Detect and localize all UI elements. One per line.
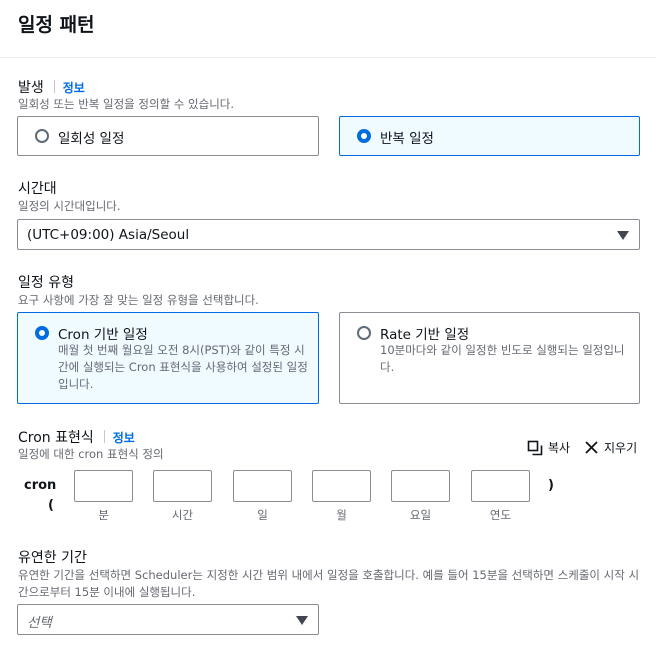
occurrence-description: 일회성 또는 반복 일정을 정의할 수 있습니다.	[18, 97, 235, 111]
page-title: 일정 패턴	[18, 14, 95, 36]
cron-year-caption: 연도	[489, 508, 512, 522]
cron-prefix: cron	[24, 478, 57, 493]
caret-down-icon	[617, 231, 629, 240]
clear-button[interactable]: 지우기	[584, 439, 637, 456]
cron-day-of-month-caption: 일	[257, 508, 268, 522]
page-header: 일정 패턴	[0, 0, 656, 58]
cron-minutes-input[interactable]	[74, 470, 133, 502]
flexible-window-placeholder: 선택	[27, 615, 52, 631]
one-time-label: 일회성 일정	[58, 131, 125, 147]
recurring-radio[interactable]	[357, 129, 371, 143]
cron-close-paren: )	[548, 478, 554, 493]
rate-based-radio[interactable]	[357, 326, 371, 340]
rate-based-description: 10분마다와 같이 일정한 빈도로 실행되는 일정입니다.	[380, 343, 625, 374]
copy-button[interactable]: 복사	[527, 439, 570, 456]
one-time-radio[interactable]	[35, 129, 49, 143]
one-time-schedule-option[interactable]: 일회성 일정	[17, 116, 319, 156]
flexible-window-label: 유연한 기간	[18, 550, 87, 566]
cron-based-label: Cron 기반 일정	[58, 327, 148, 343]
timezone-description: 일정의 시간대입니다.	[18, 199, 121, 213]
cron-minutes-caption: 분	[98, 508, 109, 522]
cron-month-input[interactable]	[312, 470, 371, 502]
schedule-type-description: 요구 사항에 가장 잘 맞는 일정 유형을 선택합니다.	[18, 293, 259, 307]
cron-hours-caption: 시간	[171, 508, 194, 522]
close-icon	[585, 441, 598, 454]
cron-day-of-week-input[interactable]	[391, 470, 450, 502]
cron-expression-description: 일정에 대한 cron 표현식 정의	[18, 447, 164, 461]
timezone-select[interactable]: (UTC+09:00) Asia/Seoul	[17, 219, 640, 250]
copy-label: 복사	[548, 441, 571, 455]
schedule-type-label: 일정 유형	[18, 275, 74, 291]
timezone-value: (UTC+09:00) Asia/Seoul	[27, 227, 190, 243]
cron-info-link[interactable]: 정보	[113, 431, 135, 445]
copy-icon	[527, 440, 543, 455]
cron-expression-label: Cron 표현식 정보	[18, 427, 135, 447]
flexible-window-select[interactable]: 선택	[17, 604, 319, 635]
caret-down-icon	[296, 616, 308, 625]
occurrence-label-text: 발생	[18, 80, 44, 96]
cron-day-of-month-input[interactable]	[233, 470, 292, 502]
cron-month-caption: 월	[336, 508, 347, 522]
timezone-label: 시간대	[18, 181, 57, 197]
occurrence-label: 발생 정보	[18, 77, 85, 97]
cron-based-schedule-option[interactable]: Cron 기반 일정 매월 첫 번째 월요일 오전 8시(PST)와 같이 특정…	[17, 312, 319, 404]
cron-year-input[interactable]	[471, 470, 530, 502]
rate-based-label: Rate 기반 일정	[380, 327, 470, 343]
recurring-label: 반복 일정	[380, 131, 434, 147]
cron-day-of-week-caption: 요일	[409, 508, 432, 522]
occurrence-info-link[interactable]: 정보	[63, 81, 85, 95]
rate-based-schedule-option[interactable]: Rate 기반 일정 10분마다와 같이 일정한 빈도로 실행되는 일정입니다.	[339, 312, 640, 404]
divider	[103, 430, 105, 443]
cron-expression-label-text: Cron 표현식	[18, 430, 94, 446]
clear-label: 지우기	[604, 441, 638, 455]
cron-based-radio[interactable]	[35, 326, 49, 340]
cron-based-description: 매월 첫 번째 월요일 오전 8시(PST)와 같이 특정 시간에 실행되는 C…	[58, 343, 308, 391]
recurring-schedule-option[interactable]: 반복 일정	[339, 116, 640, 156]
cron-hours-input[interactable]	[153, 470, 212, 502]
cron-open-paren: (	[48, 498, 54, 513]
divider	[53, 80, 55, 93]
flexible-window-description: 유연한 기간을 선택하면 Scheduler는 지정한 시간 범위 내에서 일정…	[18, 568, 640, 599]
